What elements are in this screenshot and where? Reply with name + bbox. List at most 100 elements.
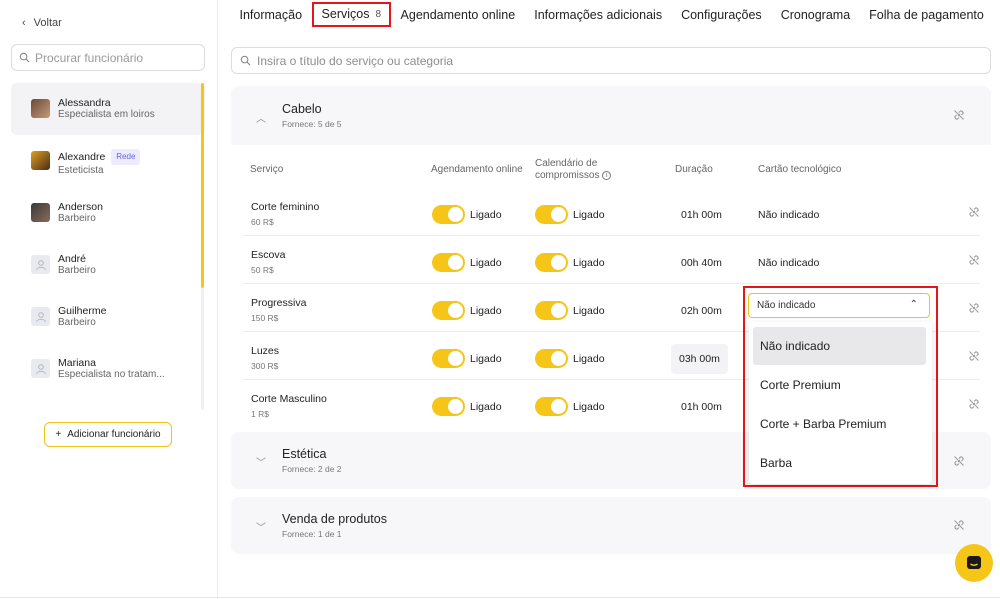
- scrollbar-track[interactable]: [201, 288, 204, 410]
- tab-online-booking[interactable]: Agendamento online: [391, 0, 525, 30]
- service-duration[interactable]: 03h 00m: [671, 344, 728, 374]
- link-icon[interactable]: [968, 302, 980, 314]
- employee-item[interactable]: Anderson Barbeiro: [11, 187, 205, 239]
- table-row: Escova 50 R$ Ligado Ligado 00h 40m Não i…: [243, 236, 980, 284]
- online-booking-toggle[interactable]: [432, 397, 465, 416]
- chevron-up-icon: ⌃: [909, 299, 918, 310]
- user-placeholder-icon: [31, 255, 50, 274]
- link-icon[interactable]: [953, 519, 965, 531]
- user-placeholder-icon: [31, 307, 50, 326]
- service-name: Corte Masculino: [251, 393, 327, 405]
- online-booking-toggle[interactable]: [432, 253, 465, 272]
- service-price: 1 R$: [251, 409, 269, 419]
- dropdown-option[interactable]: Corte + Barba Premium: [753, 405, 926, 443]
- tab-label: Cronograma: [780, 8, 851, 22]
- service-name: Escova: [251, 249, 286, 261]
- calendar-toggle[interactable]: [535, 397, 568, 416]
- category-title: Venda de produtos: [282, 512, 387, 526]
- employee-name: Mariana: [58, 357, 96, 369]
- link-icon[interactable]: [968, 350, 980, 362]
- tab-label: Configurações: [681, 8, 762, 22]
- info-icon[interactable]: i: [602, 170, 612, 180]
- employee-name: Alessandra: [58, 97, 111, 109]
- employee-role: Especialista no tratam...: [58, 369, 165, 380]
- employee-name: Guilherme: [58, 305, 107, 317]
- column-header-duration: Duração: [675, 164, 713, 175]
- employee-role: Esteticista: [58, 165, 104, 176]
- tab-settings[interactable]: Configurações: [672, 0, 772, 30]
- online-booking-toggle[interactable]: [432, 349, 465, 368]
- link-icon[interactable]: [953, 455, 965, 467]
- scrollbar-thumb[interactable]: [201, 83, 204, 288]
- avatar: [31, 99, 50, 118]
- tab-label: Folha de pagamento: [869, 8, 984, 22]
- tech-card-select[interactable]: Não indicado ⌃: [748, 293, 930, 318]
- employee-role: Especialista em loiros: [58, 109, 155, 120]
- category-subtitle: Fornece: 2 de 2: [282, 464, 342, 474]
- search-icon: [19, 52, 30, 63]
- employee-search-input[interactable]: Procurar funcionário: [11, 44, 205, 71]
- tab-label: Serviços: [321, 7, 370, 21]
- search-icon: [240, 55, 251, 66]
- tab-additional-info[interactable]: Informações adicionais: [525, 0, 672, 30]
- table-row: Corte feminino 60 R$ Ligado Ligado 01h 0…: [243, 188, 980, 236]
- back-label: Voltar: [33, 17, 62, 29]
- tab-label: Informações adicionais: [534, 8, 663, 22]
- toggle-label: Ligado: [573, 401, 605, 413]
- link-icon[interactable]: [968, 254, 980, 266]
- link-icon[interactable]: [953, 109, 965, 121]
- category-title: Estética: [282, 447, 327, 461]
- tab-label: Informação: [239, 8, 303, 22]
- select-value: Não indicado: [757, 300, 816, 311]
- dropdown-option[interactable]: Corte Premium: [753, 366, 926, 404]
- calendar-toggle[interactable]: [535, 301, 568, 320]
- add-employee-button[interactable]: + Adicionar funcionário: [44, 422, 172, 447]
- chevron-left-icon: ‹: [22, 17, 26, 29]
- employee-role: Barbeiro: [58, 265, 96, 276]
- employee-item[interactable]: Alessandra Especialista em loiros: [11, 83, 205, 135]
- toggle-label: Ligado: [470, 353, 502, 365]
- category-header[interactable]: ︿ Cabelo Fornece: 5 de 5: [231, 86, 991, 144]
- chat-icon: [967, 556, 981, 569]
- dropdown-option[interactable]: Não indicado: [753, 327, 926, 365]
- category-panel-venda-produtos[interactable]: ﹀ Venda de produtos Fornece: 1 de 1: [231, 497, 991, 554]
- service-name: Progressiva: [251, 297, 307, 309]
- tech-card-value[interactable]: Não indicado: [758, 257, 819, 269]
- toggle-label: Ligado: [573, 209, 605, 221]
- online-booking-toggle[interactable]: [432, 205, 465, 224]
- back-link[interactable]: ‹ Voltar: [22, 17, 62, 29]
- tab-information[interactable]: Informação: [230, 0, 312, 30]
- calendar-toggle[interactable]: [535, 253, 568, 272]
- employee-role: Barbeiro: [58, 213, 96, 224]
- toggle-label: Ligado: [573, 257, 605, 269]
- service-price: 150 R$: [251, 313, 279, 323]
- service-price: 300 R$: [251, 361, 279, 371]
- employee-item[interactable]: André Barbeiro: [11, 239, 205, 291]
- calendar-toggle[interactable]: [535, 349, 568, 368]
- employee-item[interactable]: Alexandre Rede Esteticista: [11, 135, 205, 187]
- tab-schedule[interactable]: Cronograma: [771, 0, 859, 30]
- dropdown-option[interactable]: Barba: [753, 444, 926, 482]
- employee-item[interactable]: Mariana Especialista no tratam...: [11, 343, 205, 395]
- chevron-down-icon: ﹀: [256, 523, 266, 534]
- column-header-service: Serviço: [250, 164, 284, 175]
- service-price: 60 R$: [251, 217, 274, 227]
- calendar-toggle[interactable]: [535, 205, 568, 224]
- calendar-header-label: Calendário de compromissos: [535, 158, 600, 181]
- category-subtitle: Fornece: 1 de 1: [282, 529, 342, 539]
- toggle-label: Ligado: [470, 209, 502, 221]
- tab-payroll[interactable]: Folha de pagamento: [860, 0, 994, 30]
- link-icon[interactable]: [968, 398, 980, 410]
- service-name: Corte feminino: [251, 201, 320, 213]
- service-search-input[interactable]: Insira o título do serviço ou categoria: [231, 47, 991, 74]
- employee-name: Alexandre: [58, 151, 106, 163]
- employee-item[interactable]: Guilherme Barbeiro: [11, 291, 205, 343]
- tech-card-value[interactable]: Não indicado: [758, 209, 819, 221]
- tab-services[interactable]: Serviços 8: [311, 1, 392, 27]
- service-duration: 02h 00m: [681, 305, 722, 317]
- chat-support-button[interactable]: [955, 544, 993, 582]
- online-booking-toggle[interactable]: [432, 301, 465, 320]
- link-icon[interactable]: [968, 206, 980, 218]
- column-header-tech-card: Cartão tecnológico: [758, 164, 842, 175]
- chevron-up-icon: ︿: [256, 114, 266, 125]
